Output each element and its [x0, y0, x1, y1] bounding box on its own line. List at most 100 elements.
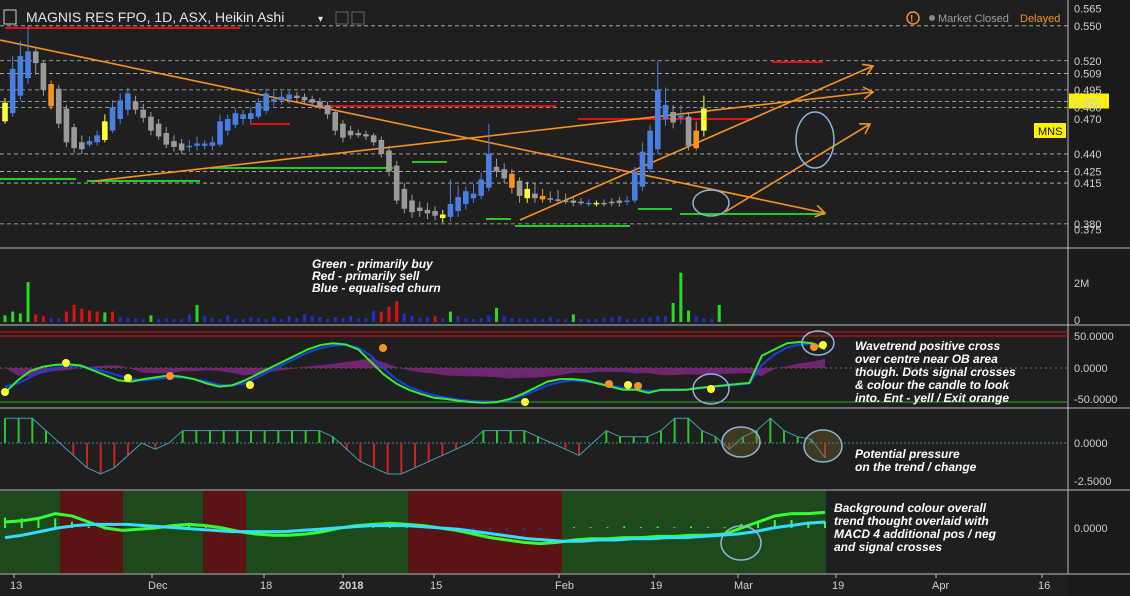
candle-body	[102, 121, 108, 140]
date-tick-label: Dec	[148, 580, 168, 592]
volume-bar	[587, 319, 591, 322]
volume-bar	[226, 315, 230, 322]
volume-bar	[256, 318, 260, 322]
pressure-note-1: Potential pressure	[855, 447, 960, 461]
macd-pane	[0, 491, 826, 573]
wavetrend-note-1: Wavetrend positive cross	[855, 339, 1000, 353]
volume-bar	[203, 316, 207, 322]
volume-bar	[210, 318, 214, 322]
volume-bar	[441, 318, 445, 322]
chart-canvas[interactable]: 0.5650.5500.5200.5090.4950.4850.4800.470…	[0, 0, 1130, 596]
volume-bar	[157, 319, 161, 322]
volume-bar	[195, 304, 199, 322]
candle-body	[201, 143, 208, 146]
candle-body	[94, 135, 100, 143]
candle-body	[547, 198, 554, 200]
candle-body	[631, 171, 638, 201]
candle-body	[286, 94, 292, 100]
volume-bar	[349, 316, 353, 322]
volume-bar	[41, 316, 45, 322]
volume-bar	[318, 317, 322, 322]
pressure-annotation: Potential pressure on the trend / change	[855, 447, 977, 474]
candle-body	[247, 113, 254, 119]
highlight-circle	[803, 429, 843, 463]
alert-icon-mark: !	[910, 14, 913, 25]
candle-body	[224, 119, 231, 131]
candle-body	[493, 166, 500, 172]
volume-bar	[625, 319, 629, 322]
volume-bar	[640, 318, 644, 322]
candle-body	[178, 143, 185, 151]
cross-dot	[624, 381, 632, 389]
wavetrend-tick-label: -50.0000	[1074, 394, 1117, 406]
volume-bar	[464, 318, 468, 322]
candle-body	[48, 84, 54, 107]
background-note-4: and signal crosses	[834, 540, 942, 554]
candle-body	[9, 68, 16, 114]
volume-bar	[287, 316, 291, 322]
volume-bar	[172, 319, 176, 322]
candle-body	[217, 121, 223, 145]
candle-body	[378, 139, 385, 154]
cross-dot	[166, 372, 174, 380]
chevron-down-icon[interactable]: ▾	[318, 14, 323, 25]
price-tick-label: 0.520	[1074, 56, 1102, 68]
volume-bar	[663, 316, 667, 322]
cross-dot	[1, 388, 9, 396]
volume-bar	[11, 311, 15, 322]
symbol-tag: MNS	[1034, 123, 1066, 138]
volume-bar	[26, 282, 30, 322]
date-tick-label: 18	[260, 580, 272, 592]
candle-body	[209, 142, 216, 146]
macd-tick-label: 0.0000	[1074, 523, 1108, 535]
volume-bar	[571, 314, 575, 322]
candle-body	[347, 130, 354, 136]
legend-blue: Blue - equalised churn	[312, 281, 441, 295]
volume-bar	[679, 272, 683, 322]
cross-dot	[246, 381, 254, 389]
candle-body	[255, 102, 262, 117]
candle-body	[670, 112, 676, 123]
volume-bar	[610, 317, 614, 322]
candle-body	[578, 201, 584, 204]
candle-body	[501, 169, 507, 179]
candle-body	[470, 193, 477, 199]
volume-bar	[633, 319, 637, 322]
wavetrend-tick-label: 50.0000	[1074, 331, 1114, 343]
wavetrend-note-2: over centre near OB area	[855, 352, 998, 366]
volume-bar	[233, 319, 237, 322]
volume-bar	[456, 316, 460, 322]
volume-bar	[702, 318, 706, 322]
volume-bar	[556, 319, 560, 322]
date-tick-label: 16	[1038, 580, 1050, 592]
volume-bar	[694, 316, 698, 322]
background-note-2: trend thought overlaid with	[834, 514, 989, 528]
candle-body	[486, 153, 492, 188]
background-note-3: MACD 4 additional pos / neg	[834, 527, 997, 541]
volume-bar	[64, 311, 68, 322]
volume-bar	[548, 317, 552, 322]
date-tick-label: Feb	[555, 580, 574, 592]
candle-body	[416, 207, 423, 212]
volume-tick-label: 0	[1074, 315, 1080, 327]
candle-body	[647, 130, 653, 170]
candle-body	[570, 200, 577, 203]
candle-body	[194, 143, 200, 146]
candle-body	[693, 130, 699, 149]
volume-bar	[687, 310, 691, 322]
volume-bar	[264, 319, 268, 322]
volume-bar	[510, 318, 514, 322]
volume-bar	[471, 319, 475, 322]
volume-bar	[710, 319, 714, 322]
highlight-circle	[721, 426, 761, 458]
candle-body	[509, 173, 515, 188]
volume-bar	[87, 310, 91, 322]
candle-body	[324, 105, 331, 115]
cross-dot	[124, 374, 132, 382]
candle-body	[17, 56, 24, 96]
candle-body	[639, 151, 646, 187]
volume-bar	[356, 318, 360, 322]
candle-body	[447, 204, 454, 217]
price-tick-label: 0.509	[1074, 69, 1102, 81]
candle-body	[624, 200, 630, 203]
